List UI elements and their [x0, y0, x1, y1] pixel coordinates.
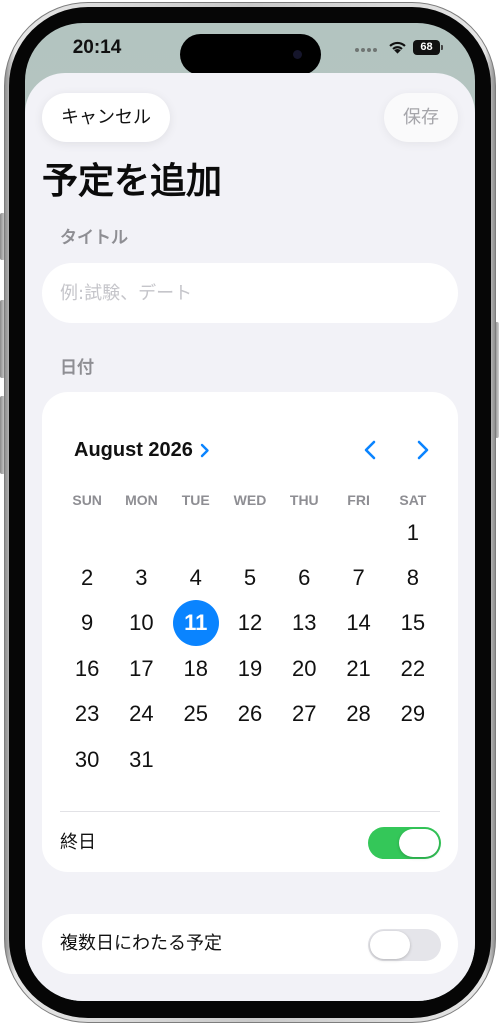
calendar-day[interactable]: 15 [386, 601, 440, 646]
calendar-day[interactable]: 2 [60, 555, 114, 600]
previous-month-button[interactable] [356, 436, 384, 464]
title-field[interactable] [42, 263, 458, 323]
calendar-empty-cell [169, 510, 223, 555]
calendar-card: August 2026 SUN MON TUE WED THU FRI SAT … [42, 392, 458, 872]
calendar-day[interactable]: 5 [223, 555, 277, 600]
status-time: 20:14 [72, 37, 122, 58]
multi-day-card: 複数日にわたる予定 [42, 914, 458, 974]
page-title: 予定を追加 [42, 161, 223, 202]
calendar-day[interactable]: 17 [114, 646, 168, 691]
multi-day-toggle[interactable] [368, 929, 441, 961]
calendar-day[interactable]: 18 [169, 646, 223, 691]
calendar-day[interactable]: 16 [60, 646, 114, 691]
weekday-label: SUN [72, 492, 102, 508]
calendar-day[interactable]: 7 [331, 555, 385, 600]
calendar-day[interactable]: 29 [386, 692, 440, 737]
calendar-day[interactable]: 1 [386, 510, 440, 555]
weekday-header: SUN MON TUE WED THU FRI SAT [60, 490, 440, 510]
calendar-day[interactable]: 22 [386, 646, 440, 691]
add-event-sheet: キャンセル 保存 予定を追加 タイトル 日付 August 2026 [25, 73, 475, 1001]
calendar-empty-cell [331, 737, 385, 782]
calendar-empty-cell [223, 510, 277, 555]
title-section-label: タイトル [60, 228, 128, 248]
weekday-label: THU [289, 492, 319, 508]
calendar-empty-cell [114, 510, 168, 555]
calendar-day[interactable]: 23 [60, 692, 114, 737]
all-day-toggle[interactable] [368, 827, 441, 859]
weekday-label: FRI [347, 492, 370, 508]
save-button[interactable]: 保存 [384, 93, 458, 142]
month-picker-button[interactable]: August 2026 [74, 439, 210, 461]
calendar-day[interactable]: 6 [277, 555, 331, 600]
chevron-right-icon [417, 440, 429, 460]
toggle-knob [370, 931, 410, 959]
calendar-empty-cell [169, 737, 223, 782]
calendar-day[interactable]: 13 [277, 601, 331, 646]
calendar-day[interactable]: 28 [331, 692, 385, 737]
title-input[interactable] [42, 263, 458, 323]
calendar-day[interactable]: 4 [169, 555, 223, 600]
month-label: August 2026 [74, 438, 193, 461]
calendar-day[interactable]: 25 [169, 692, 223, 737]
signal-dots-icon [355, 48, 377, 52]
calendar-day[interactable]: 27 [277, 692, 331, 737]
calendar-day[interactable]: 10 [114, 601, 168, 646]
weekday-label: MON [125, 492, 158, 508]
divider [60, 811, 440, 812]
calendar-day[interactable]: 11 [169, 600, 223, 647]
calendar-day[interactable]: 26 [223, 692, 277, 737]
calendar-empty-cell [331, 510, 385, 555]
calendar-empty-cell [60, 510, 114, 555]
calendar-day[interactable]: 31 [114, 737, 168, 782]
date-section-label: 日付 [60, 358, 94, 378]
next-month-button[interactable] [409, 436, 437, 464]
calendar-empty-cell [277, 737, 331, 782]
chevron-left-icon [364, 440, 376, 460]
all-day-label: 終日 [60, 832, 96, 853]
battery-icon: 68 [413, 40, 440, 55]
camera-icon [293, 50, 302, 59]
calendar-day[interactable]: 21 [331, 646, 385, 691]
calendar-empty-cell [277, 510, 331, 555]
cancel-button[interactable]: キャンセル [42, 93, 170, 142]
weekday-label: SAT [399, 492, 427, 508]
calendar-grid: 1 2 3 4 5 6 7 8 9 10 11 12 13 14 15 16 1… [60, 510, 440, 782]
multi-day-label: 複数日にわたる予定 [60, 933, 222, 954]
calendar-day[interactable]: 8 [386, 555, 440, 600]
calendar-day[interactable]: 24 [114, 692, 168, 737]
calendar-day[interactable]: 9 [60, 601, 114, 646]
calendar-day[interactable]: 12 [223, 601, 277, 646]
calendar-day[interactable]: 19 [223, 646, 277, 691]
chevron-right-icon [200, 443, 209, 457]
calendar-empty-cell [223, 737, 277, 782]
toggle-knob [399, 829, 439, 857]
calendar-empty-cell [386, 737, 440, 782]
wifi-icon [389, 41, 406, 54]
calendar-day[interactable]: 3 [114, 555, 168, 600]
weekday-label: WED [233, 492, 267, 508]
screen: 20:14 68 キャンセル 保存 予定を追加 タイトル 日付 August 2… [25, 23, 475, 1001]
calendar-day[interactable]: 14 [331, 601, 385, 646]
weekday-label: TUE [181, 492, 210, 508]
calendar-day[interactable]: 30 [60, 737, 114, 782]
calendar-day[interactable]: 20 [277, 646, 331, 691]
battery-nub [441, 45, 443, 50]
dynamic-island [180, 34, 321, 75]
